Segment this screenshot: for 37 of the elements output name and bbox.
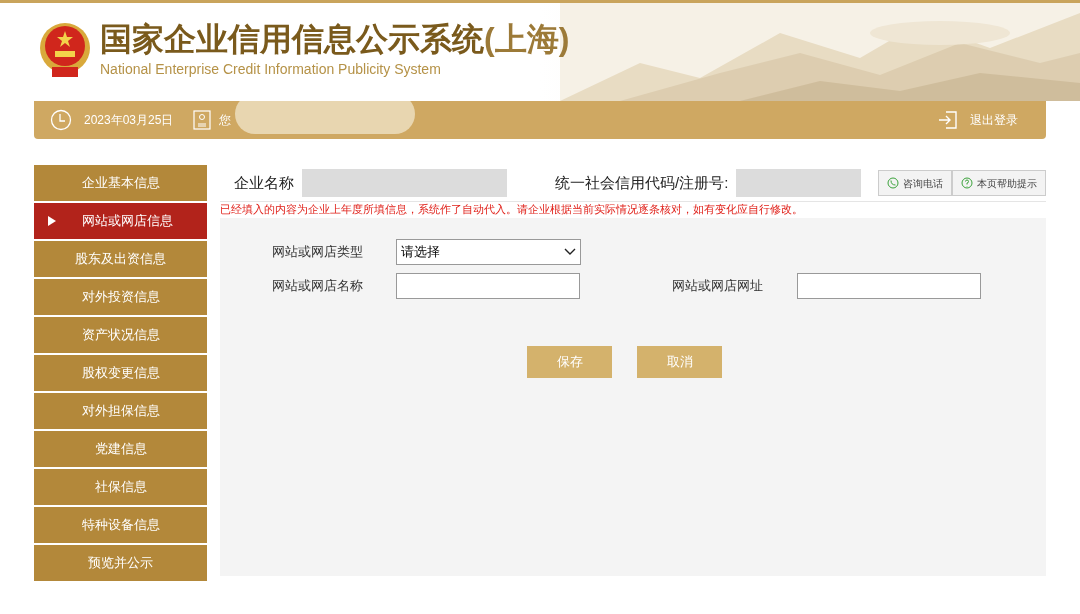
sidebar-item[interactable]: 特种设备信息	[34, 507, 207, 543]
help-button[interactable]: 本页帮助提示	[952, 170, 1046, 196]
sidebar-item[interactable]: 对外投资信息	[34, 279, 207, 315]
company-name-label: 企业名称	[234, 172, 294, 193]
sidebar-item[interactable]: 股东及出资信息	[34, 241, 207, 277]
help-button[interactable]: 咨询电话	[878, 170, 952, 196]
sidebar-item[interactable]: 社保信息	[34, 469, 207, 505]
action-button[interactable]: 取消	[637, 346, 722, 378]
field-label: 网站或网店名称	[272, 277, 364, 295]
triangle-icon	[48, 216, 56, 226]
date-label: 2023年03月25日	[84, 112, 174, 129]
action-button[interactable]: 保存	[527, 346, 612, 378]
sidebar-item[interactable]: 预览并公示	[34, 545, 207, 581]
sidebar-item[interactable]: 股权变更信息	[34, 355, 207, 391]
input-field[interactable]	[396, 273, 580, 299]
sidebar-item[interactable]: 党建信息	[34, 431, 207, 467]
sidebar-item[interactable]: 企业基本信息	[34, 165, 207, 201]
logout-icon	[938, 110, 958, 130]
notice-text: 已经填入的内容为企业上年度所填信息，系统作了自动代入。请企业根据当前实际情况逐条核对，如有变化应自行修改。	[220, 202, 804, 217]
clock-icon	[50, 109, 72, 131]
type-select[interactable]: 请选择	[396, 239, 581, 265]
site-title: 国家企业信用信息公示系统	[100, 22, 484, 55]
field-label: 网站或网店网址	[672, 277, 764, 295]
sidebar-item[interactable]: 网站或网店信息	[34, 203, 207, 239]
site-subtitle: National Enterprise Credit Information Publicity System	[100, 59, 442, 79]
input-field[interactable]	[797, 273, 981, 299]
sidebar-item[interactable]: 对外担保信息	[34, 393, 207, 429]
credit-code-label: 统一社会信用代码/注册号:	[555, 172, 729, 193]
greeting-label: 您	[219, 112, 232, 129]
region-label: (上海)	[484, 22, 570, 55]
phone-icon	[887, 177, 899, 189]
logout-link[interactable]: 退出登录	[970, 111, 1018, 129]
sidebar-item[interactable]: 资产状况信息	[34, 317, 207, 353]
user-icon	[193, 110, 212, 130]
help-icon	[961, 177, 973, 189]
field-label: 网站或网店类型	[272, 243, 364, 261]
chevron-icon	[564, 248, 576, 256]
